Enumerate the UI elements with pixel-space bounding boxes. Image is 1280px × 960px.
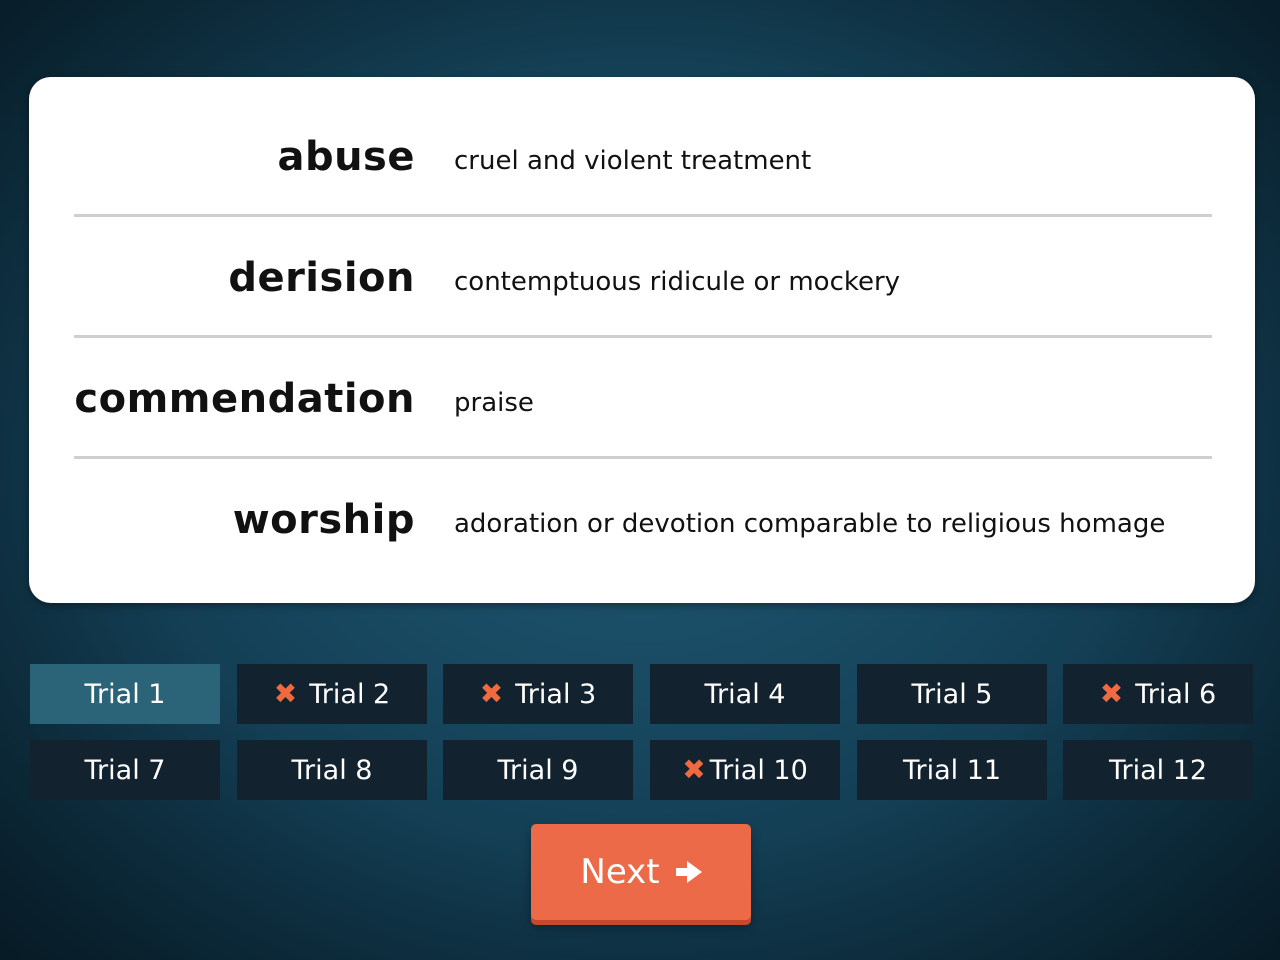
trial-label: Trial 9	[497, 754, 579, 786]
next-button[interactable]: Next	[531, 824, 751, 920]
word-term: derision	[228, 255, 415, 301]
trial-tile-11[interactable]: Trial 11	[857, 740, 1047, 800]
trial-tile-3[interactable]: ✖ Trial 3	[443, 664, 633, 724]
wrong-x-icon: ✖	[273, 677, 298, 710]
trial-label: Trial 6	[1135, 678, 1217, 710]
trial-label: Trial 1	[84, 678, 166, 710]
row-divider	[74, 456, 1212, 459]
next-button-label: Next	[580, 852, 660, 892]
wrong-x-icon: ✖	[1099, 677, 1124, 710]
trial-label: Trial 12	[1108, 754, 1208, 786]
word-row: abuse cruel and violent treatment	[74, 97, 1212, 217]
word-definition: praise	[454, 388, 534, 418]
word-term: worship	[232, 497, 415, 543]
word-term: abuse	[277, 134, 415, 180]
trial-tile-6[interactable]: ✖ Trial 6	[1063, 664, 1253, 724]
arrow-right-icon	[675, 861, 702, 883]
trial-label: Trial 11	[902, 754, 1002, 786]
word-definition: cruel and violent treatment	[454, 146, 812, 176]
trial-label: Trial 4	[704, 678, 786, 710]
wrong-x-icon: ✖	[682, 753, 706, 786]
row-divider	[74, 335, 1212, 338]
trial-tile-12[interactable]: Trial 12	[1063, 740, 1253, 800]
word-row: commendation praise	[74, 339, 1212, 459]
word-definition-card: abuse cruel and violent treatment derisi…	[29, 77, 1255, 603]
trial-label: Trial 8	[291, 754, 373, 786]
trial-tile-2[interactable]: ✖ Trial 2	[237, 664, 427, 724]
trial-tile-4[interactable]: Trial 4	[650, 664, 840, 724]
trial-tile-7[interactable]: Trial 7	[30, 740, 220, 800]
trial-label: Trial 10	[709, 754, 808, 786]
trial-label: Trial 2	[309, 678, 391, 710]
row-divider	[74, 214, 1212, 217]
word-definition: adoration or devotion comparable to reli…	[454, 509, 1166, 539]
trial-tile-10[interactable]: ✖ Trial 10	[650, 740, 840, 800]
word-row: worship adoration or devotion comparable…	[74, 460, 1212, 580]
trial-label: Trial 7	[84, 754, 166, 786]
trial-label: Trial 5	[911, 678, 993, 710]
wrong-x-icon: ✖	[479, 677, 504, 710]
trial-tile-5[interactable]: Trial 5	[857, 664, 1047, 724]
trial-tile-1[interactable]: Trial 1	[30, 664, 220, 724]
word-term: commendation	[74, 376, 415, 422]
trial-tile-8[interactable]: Trial 8	[237, 740, 427, 800]
trial-label: Trial 3	[515, 678, 597, 710]
trial-tile-9[interactable]: Trial 9	[443, 740, 633, 800]
word-definition: contemptuous ridicule or mockery	[454, 267, 901, 297]
word-row: derision contemptuous ridicule or mocker…	[74, 218, 1212, 338]
